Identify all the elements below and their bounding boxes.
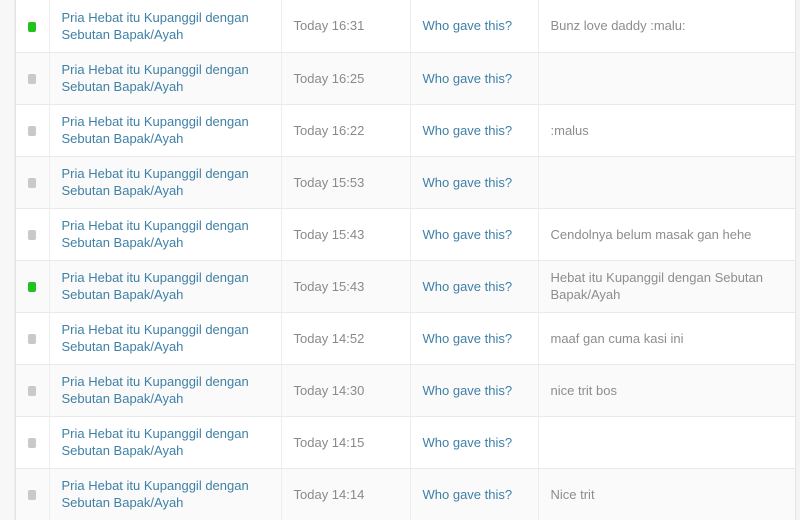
read-dot-icon xyxy=(28,334,37,345)
cell-message xyxy=(538,416,795,469)
thread-title-link[interactable]: Pria Hebat itu Kupanggil dengan Sebutan … xyxy=(62,269,269,303)
cell-timestamp: Today 14:14 xyxy=(281,468,411,520)
page-left-gutter xyxy=(0,0,15,520)
table-row[interactable]: Pria Hebat itu Kupanggil dengan Sebutan … xyxy=(16,208,795,261)
who-gave-this-link[interactable]: Who gave this? xyxy=(423,435,513,450)
cell-timestamp: Today 14:52 xyxy=(281,312,411,365)
cell-status xyxy=(16,104,50,157)
who-gave-this-link[interactable]: Who gave this? xyxy=(423,487,513,502)
cell-timestamp: Today 15:43 xyxy=(281,260,411,313)
read-dot-icon xyxy=(28,178,37,189)
thread-title-link[interactable]: Pria Hebat itu Kupanggil dengan Sebutan … xyxy=(62,373,269,407)
table-row[interactable]: Pria Hebat itu Kupanggil dengan Sebutan … xyxy=(16,52,795,105)
unread-dot-icon xyxy=(28,21,37,32)
read-dot-icon xyxy=(28,230,37,241)
who-gave-this-link[interactable]: Who gave this? xyxy=(423,175,513,190)
table-row[interactable]: Pria Hebat itu Kupanggil dengan Sebutan … xyxy=(16,0,795,53)
thread-title-link[interactable]: Pria Hebat itu Kupanggil dengan Sebutan … xyxy=(62,477,269,511)
cell-status xyxy=(16,260,50,313)
cell-message xyxy=(538,156,795,209)
thread-title-link[interactable]: Pria Hebat itu Kupanggil dengan Sebutan … xyxy=(62,321,269,355)
who-gave-this-link[interactable]: Who gave this? xyxy=(423,383,513,398)
cell-who-gave-this: Who gave this? xyxy=(410,260,539,313)
cell-message: :malus xyxy=(538,104,795,157)
cell-message: nice trit bos xyxy=(538,364,795,417)
cell-message: Cendolnya belum masak gan hehe xyxy=(538,208,795,261)
cell-thread-title: Pria Hebat itu Kupanggil dengan Sebutan … xyxy=(49,52,282,105)
cell-who-gave-this: Who gave this? xyxy=(410,104,539,157)
cell-who-gave-this: Who gave this? xyxy=(410,156,539,209)
cell-who-gave-this: Who gave this? xyxy=(410,52,539,105)
cell-message: Nice trit xyxy=(538,468,795,520)
cell-message: Bunz love daddy :malu: xyxy=(538,0,795,53)
cell-who-gave-this: Who gave this? xyxy=(410,208,539,261)
who-gave-this-link[interactable]: Who gave this? xyxy=(423,331,513,346)
cell-timestamp: Today 15:43 xyxy=(281,208,411,261)
cell-thread-title: Pria Hebat itu Kupanggil dengan Sebutan … xyxy=(49,312,282,365)
page-container: Pria Hebat itu Kupanggil dengan Sebutan … xyxy=(0,0,800,520)
read-dot-icon xyxy=(28,438,37,449)
table-row[interactable]: Pria Hebat itu Kupanggil dengan Sebutan … xyxy=(16,104,795,157)
cell-thread-title: Pria Hebat itu Kupanggil dengan Sebutan … xyxy=(49,208,282,261)
thread-title-link[interactable]: Pria Hebat itu Kupanggil dengan Sebutan … xyxy=(62,165,269,199)
cell-status xyxy=(16,156,50,209)
cell-timestamp: Today 16:22 xyxy=(281,104,411,157)
thread-title-link[interactable]: Pria Hebat itu Kupanggil dengan Sebutan … xyxy=(62,425,269,459)
read-dot-icon xyxy=(28,386,37,397)
who-gave-this-link[interactable]: Who gave this? xyxy=(423,18,513,33)
cell-thread-title: Pria Hebat itu Kupanggil dengan Sebutan … xyxy=(49,468,282,520)
table-row[interactable]: Pria Hebat itu Kupanggil dengan Sebutan … xyxy=(16,468,795,520)
cell-timestamp: Today 14:30 xyxy=(281,364,411,417)
table-row[interactable]: Pria Hebat itu Kupanggil dengan Sebutan … xyxy=(16,416,795,469)
cell-timestamp: Today 14:15 xyxy=(281,416,411,469)
who-gave-this-link[interactable]: Who gave this? xyxy=(423,71,513,86)
cell-status xyxy=(16,416,50,469)
cell-thread-title: Pria Hebat itu Kupanggil dengan Sebutan … xyxy=(49,416,282,469)
cell-status xyxy=(16,312,50,365)
notification-table: Pria Hebat itu Kupanggil dengan Sebutan … xyxy=(16,0,795,520)
cell-timestamp: Today 15:53 xyxy=(281,156,411,209)
cell-status xyxy=(16,52,50,105)
thread-title-link[interactable]: Pria Hebat itu Kupanggil dengan Sebutan … xyxy=(62,217,269,251)
cell-thread-title: Pria Hebat itu Kupanggil dengan Sebutan … xyxy=(49,260,282,313)
table-row[interactable]: Pria Hebat itu Kupanggil dengan Sebutan … xyxy=(16,260,795,313)
cell-status xyxy=(16,468,50,520)
who-gave-this-link[interactable]: Who gave this? xyxy=(423,123,513,138)
table-row[interactable]: Pria Hebat itu Kupanggil dengan Sebutan … xyxy=(16,156,795,209)
cell-timestamp: Today 16:25 xyxy=(281,52,411,105)
cell-thread-title: Pria Hebat itu Kupanggil dengan Sebutan … xyxy=(49,364,282,417)
table-row[interactable]: Pria Hebat itu Kupanggil dengan Sebutan … xyxy=(16,312,795,365)
read-dot-icon xyxy=(28,126,37,137)
who-gave-this-link[interactable]: Who gave this? xyxy=(423,227,513,242)
notification-table-body: Pria Hebat itu Kupanggil dengan Sebutan … xyxy=(16,0,795,520)
cell-message: Hebat itu Kupanggil dengan Sebutan Bapak… xyxy=(538,260,795,313)
table-row[interactable]: Pria Hebat itu Kupanggil dengan Sebutan … xyxy=(16,364,795,417)
cell-who-gave-this: Who gave this? xyxy=(410,0,539,53)
cell-thread-title: Pria Hebat itu Kupanggil dengan Sebutan … xyxy=(49,0,282,53)
thread-title-link[interactable]: Pria Hebat itu Kupanggil dengan Sebutan … xyxy=(62,113,269,147)
cell-who-gave-this: Who gave this? xyxy=(410,364,539,417)
cell-who-gave-this: Who gave this? xyxy=(410,312,539,365)
thread-title-link[interactable]: Pria Hebat itu Kupanggil dengan Sebutan … xyxy=(62,61,269,95)
cell-timestamp: Today 16:31 xyxy=(281,0,411,53)
cell-status xyxy=(16,0,50,53)
cell-message xyxy=(538,52,795,105)
cell-thread-title: Pria Hebat itu Kupanggil dengan Sebutan … xyxy=(49,156,282,209)
cell-message: maaf gan cuma kasi ini xyxy=(538,312,795,365)
cell-status xyxy=(16,364,50,417)
read-dot-icon xyxy=(28,490,37,501)
cell-who-gave-this: Who gave this? xyxy=(410,416,539,469)
who-gave-this-link[interactable]: Who gave this? xyxy=(423,279,513,294)
cell-thread-title: Pria Hebat itu Kupanggil dengan Sebutan … xyxy=(49,104,282,157)
notification-list-panel[interactable]: Pria Hebat itu Kupanggil dengan Sebutan … xyxy=(15,0,796,520)
read-dot-icon xyxy=(28,74,37,85)
unread-dot-icon xyxy=(28,282,37,293)
cell-status xyxy=(16,208,50,261)
thread-title-link[interactable]: Pria Hebat itu Kupanggil dengan Sebutan … xyxy=(62,9,269,43)
cell-who-gave-this: Who gave this? xyxy=(410,468,539,520)
